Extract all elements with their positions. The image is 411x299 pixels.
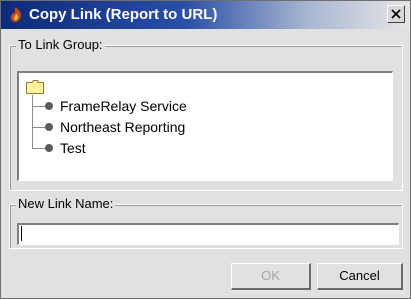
- window-title: Copy Link (Report to URL): [29, 6, 218, 23]
- link-group-label: To Link Group:: [16, 37, 105, 53]
- tree-item-northeast-reporting[interactable]: Northeast Reporting: [19, 119, 389, 137]
- text-caret: [21, 226, 22, 241]
- new-link-name-input[interactable]: [17, 223, 399, 245]
- tree-branch-line: [32, 127, 46, 128]
- bullet-icon: [45, 123, 53, 131]
- tree-item-label: FrameRelay Service: [60, 98, 187, 114]
- tree-item-label: Northeast Reporting: [60, 119, 186, 135]
- link-group-tree[interactable]: FrameRelay Service Northeast Reporting T…: [17, 71, 393, 181]
- close-button[interactable]: [387, 5, 405, 23]
- close-icon: [391, 9, 401, 19]
- ok-button[interactable]: OK: [231, 263, 311, 290]
- folder-icon[interactable]: [26, 80, 44, 94]
- bullet-icon: [45, 144, 53, 152]
- tree-branch-line: [32, 106, 46, 107]
- cancel-button[interactable]: Cancel: [317, 263, 403, 290]
- tree-item-label: Test: [60, 140, 86, 156]
- bullet-icon: [45, 102, 53, 110]
- tree-item-framerelay-service[interactable]: FrameRelay Service: [19, 98, 389, 116]
- new-link-name-label: New Link Name:: [16, 196, 116, 212]
- title-bar[interactable]: Copy Link (Report to URL): [1, 1, 410, 29]
- app-flame-icon: [10, 7, 21, 22]
- tree-branch-line: [32, 148, 46, 149]
- copy-link-dialog: Copy Link (Report to URL) To Link Group:…: [0, 0, 411, 299]
- tree-item-test[interactable]: Test: [19, 140, 389, 158]
